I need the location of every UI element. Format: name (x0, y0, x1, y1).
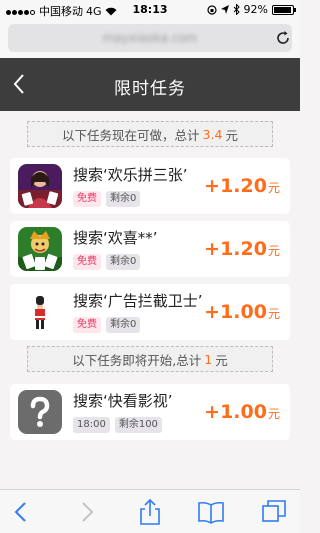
task-tags: 免费 剩余0 (73, 254, 141, 270)
available-banner-prefix: 以下任务现在可做，总计 (62, 127, 200, 143)
reload-icon[interactable] (274, 29, 292, 47)
status-bar: 中国移动 4G 18:13 92% (0, 0, 300, 20)
reward-unit: 元 (267, 181, 280, 195)
remaining-badge: 剩余0 (106, 191, 141, 207)
task-label: 搜索‘欢乐拼三张’ (73, 166, 188, 184)
task-label: 搜索‘广告拦截卫士’ (73, 292, 203, 310)
back-arrow-icon[interactable] (8, 498, 36, 526)
task-tags: 18:00 剩余100 (73, 417, 162, 433)
reward-unit: 元 (267, 307, 280, 321)
rotation-lock-icon (206, 4, 217, 15)
task-card[interactable]: 搜索‘欢喜**’ 免费 剩余0 +1.20元 (10, 221, 290, 277)
remaining-badge: 剩余0 (106, 254, 141, 270)
browser-url-bar: mayxiaoka.com (0, 20, 300, 58)
url-text: mayxiaoka.com (102, 31, 198, 45)
upcoming-banner-amount: 1 (204, 351, 213, 367)
battery-icon (272, 4, 296, 15)
remaining-badge: 剩余100 (114, 417, 162, 433)
forward-arrow-icon[interactable] (72, 498, 100, 526)
available-summary-banner: 以下任务现在可做，总计 3.4 元 (27, 121, 273, 147)
page-title: 限时任务 (114, 79, 186, 99)
available-banner-amount: 3.4 (202, 126, 223, 142)
app-icon-guard-soldier (18, 290, 62, 334)
remaining-badge: 剩余0 (106, 317, 141, 333)
upcoming-summary-banner: 以下任务即将开始,总计 1 元 (27, 346, 273, 372)
tabs-icon[interactable] (260, 498, 288, 526)
reward-unit: 元 (267, 244, 280, 258)
task-tags: 免费 剩余0 (73, 317, 141, 333)
free-badge: 免费 (73, 191, 101, 207)
task-card[interactable]: 搜索‘广告拦截卫士’ 免费 剩余0 +1.00元 (10, 284, 290, 340)
free-badge: 免费 (73, 317, 101, 333)
task-reward: +1.00元 (204, 301, 280, 323)
task-tags: 免费 剩余0 (73, 191, 141, 207)
location-icon (220, 4, 229, 14)
task-label: 搜索‘快看影视’ (73, 392, 173, 410)
reward-amount: +1.00 (204, 301, 267, 323)
battery-fill (274, 6, 291, 13)
free-badge: 免费 (73, 254, 101, 270)
reward-unit: 元 (267, 407, 280, 421)
bluetooth-icon (233, 4, 240, 15)
status-right: 92% (206, 3, 296, 16)
bookmarks-icon[interactable] (197, 498, 225, 526)
reward-amount: +1.20 (204, 175, 267, 197)
share-icon[interactable] (136, 498, 164, 526)
task-card[interactable]: 搜索‘欢乐拼三张’ 免费 剩余0 +1.20元 (10, 158, 290, 214)
task-label: 搜索‘欢喜**’ (73, 229, 158, 247)
task-reward: +1.20元 (204, 175, 280, 197)
available-banner-suffix: 元 (225, 127, 238, 143)
task-reward: +1.00元 (204, 401, 280, 423)
app-icon-poker (18, 164, 62, 208)
browser-toolbar (0, 489, 300, 533)
battery-percent: 92% (243, 3, 268, 16)
reward-amount: +1.00 (204, 401, 267, 423)
reward-amount: +1.20 (204, 238, 267, 260)
task-reward: +1.20元 (204, 238, 280, 260)
start-time-badge: 18:00 (73, 417, 110, 433)
task-card[interactable]: 搜索‘快看影视’ 18:00 剩余100 +1.00元 (10, 384, 290, 440)
address-field[interactable]: mayxiaoka.com (8, 24, 292, 52)
upcoming-banner-suffix: 元 (215, 352, 228, 368)
upcoming-banner-prefix: 以下任务即将开始,总计 (72, 352, 202, 368)
page-header: 限时任务 (0, 58, 300, 111)
question-mark-icon (18, 390, 62, 434)
app-icon-cards-game (18, 227, 62, 271)
